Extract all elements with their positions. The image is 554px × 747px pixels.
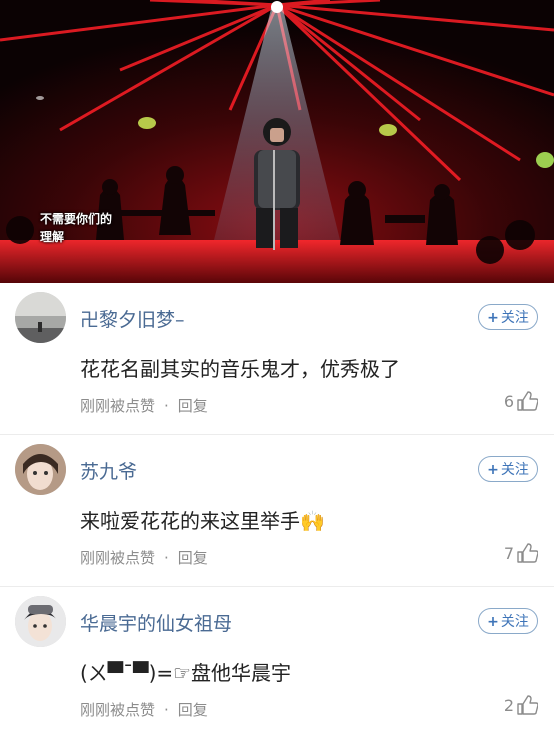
follow-button[interactable]: + 关注 [478,456,538,482]
like-button[interactable]: 7 [504,543,538,563]
comment-item: 华晨宇的仙女祖母 + 关注 (ㄨ▀¯▀)=☞盘他华晨宇 刚刚被点赞 · 回复 2 [0,587,554,747]
comment-list: 卍黎夕旧梦– + 关注 花花名副其实的音乐鬼才，优秀极了 刚刚被点赞 · 回复 6 苏… [0,283,554,747]
comment-meta: 刚刚被点赞 · 回复 [80,547,208,568]
meta-separator: · [164,549,169,567]
comment-time: 刚刚被点赞 [80,701,156,719]
username[interactable]: 卍黎夕旧梦– [80,305,185,332]
reply-button[interactable]: 回复 [178,701,208,719]
subtitle-line-1: 不需要你们的 [40,212,113,226]
like-button[interactable]: 2 [504,695,538,715]
like-count: 7 [503,543,514,563]
subtitle-line-2: 理解 [40,230,65,244]
comment-text: 花花名副其实的音乐鬼才，优秀极了 [80,357,400,381]
video-subtitle: 不需要你们的 理解 [40,210,112,246]
avatar-image-girl [15,444,66,495]
video-player[interactable]: 不需要你们的 理解 [0,0,554,283]
plus-icon: + [487,310,499,326]
reply-button[interactable]: 回复 [178,549,208,567]
avatar-image-seascape [15,292,66,343]
plus-icon: + [487,614,499,630]
follow-label: 关注 [500,310,529,326]
thumbs-up-icon [517,391,538,411]
comment-time: 刚刚被点赞 [80,549,156,567]
meta-separator: · [164,701,169,719]
comment-text: 来啦爱花花的来这里举手🙌 [80,505,325,534]
meta-separator: · [164,397,169,415]
follow-label: 关注 [500,462,529,478]
follow-button[interactable]: + 关注 [478,608,538,634]
comment-text-body: 来啦爱花花的来这里举手 [80,509,300,533]
comment-meta: 刚刚被点赞 · 回复 [80,699,208,720]
avatar-image-boy [15,596,66,647]
follow-label: 关注 [500,614,529,630]
comment-time: 刚刚被点赞 [80,397,156,415]
thumbs-up-icon [517,695,538,715]
plus-icon: + [487,462,499,478]
username[interactable]: 苏九爷 [80,457,137,484]
like-button[interactable]: 6 [504,391,538,411]
comment-item: 卍黎夕旧梦– + 关注 花花名副其实的音乐鬼才，优秀极了 刚刚被点赞 · 回复 6 [0,283,554,435]
avatar[interactable] [15,444,66,495]
comment-item: 苏九爷 + 关注 来啦爱花花的来这里举手🙌 刚刚被点赞 · 回复 7 [0,435,554,587]
username[interactable]: 华晨宇的仙女祖母 [80,609,232,636]
raised-hands-emoji: 🙌 [300,509,325,533]
follow-button[interactable]: + 关注 [478,304,538,330]
avatar[interactable] [15,292,66,343]
like-count: 2 [503,695,514,715]
comment-meta: 刚刚被点赞 · 回复 [80,395,208,416]
comment-text: (ㄨ▀¯▀)=☞盘他华晨宇 [80,661,292,685]
avatar[interactable] [15,596,66,647]
like-count: 6 [503,391,514,411]
thumbs-up-icon [517,543,538,563]
reply-button[interactable]: 回复 [178,397,208,415]
